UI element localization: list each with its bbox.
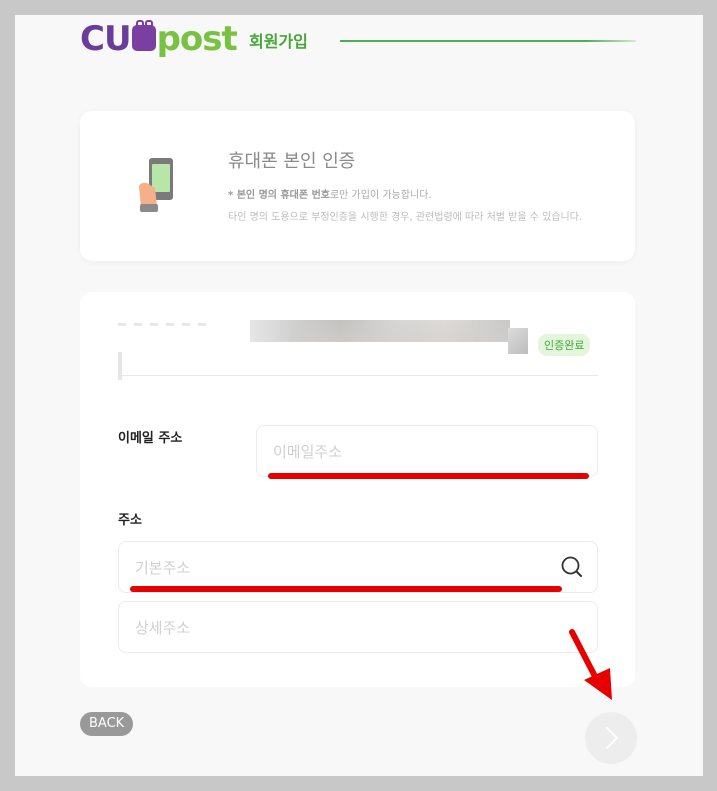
email-field[interactable]: 이메일주소 (256, 425, 598, 477)
blurred-name (118, 352, 122, 380)
logo-box-icon (131, 20, 156, 51)
address-annotation-underline (130, 586, 562, 592)
search-icon[interactable] (561, 556, 583, 578)
address-placeholder: 기본주소 (135, 559, 191, 577)
info-bullet: * (228, 190, 237, 201)
phone-verify-icon (139, 158, 173, 212)
annotation-arrow (569, 629, 612, 700)
info-notice-line2: 타인 명의 도용으로 부정인증을 시행한 경우, 관련법령에 따라 처벌 받을 … (228, 212, 583, 223)
signup-form-card: 인증완료 이메일 주소 이메일주소 주소 기본주소 상세주소 (80, 292, 635, 687)
email-placeholder: 이메일주소 (273, 443, 343, 461)
back-button[interactable]: BACK (80, 712, 134, 736)
info-rest-text: 로만 가입이 가능합니다. (329, 190, 432, 201)
title-divider (340, 40, 636, 42)
next-button[interactable] (585, 712, 637, 764)
logo-cu: CU (80, 19, 132, 59)
verified-phone-row (118, 320, 598, 380)
address-label: 주소 (118, 513, 142, 528)
verified-badge: 인증완료 (538, 334, 591, 356)
info-title: 휴대폰 본인 인증 (228, 151, 356, 172)
cupost-logo[interactable]: CU post (80, 19, 238, 59)
blurred-dots (118, 323, 210, 326)
email-label: 이메일 주소 (118, 431, 183, 446)
email-annotation-underline (268, 473, 589, 479)
blurred-tail (508, 328, 528, 354)
detail-address-field[interactable]: 상세주소 (118, 601, 598, 653)
logo-post: post (156, 19, 238, 59)
phone-verification-info-card: 휴대폰 본인 인증 * 본인 명의 휴대폰 번호로만 가입이 가능합니다. 타인… (80, 111, 635, 261)
chevron-right-icon (606, 727, 618, 749)
info-notice-line1: * 본인 명의 휴대폰 번호로만 가입이 가능합니다. (228, 186, 432, 201)
detail-address-placeholder: 상세주소 (135, 619, 191, 637)
page-title: 회원가입 (249, 32, 308, 51)
blurred-phone-number-2 (290, 320, 510, 342)
info-bold-text: 본인 명의 휴대폰 번호 (236, 190, 330, 201)
